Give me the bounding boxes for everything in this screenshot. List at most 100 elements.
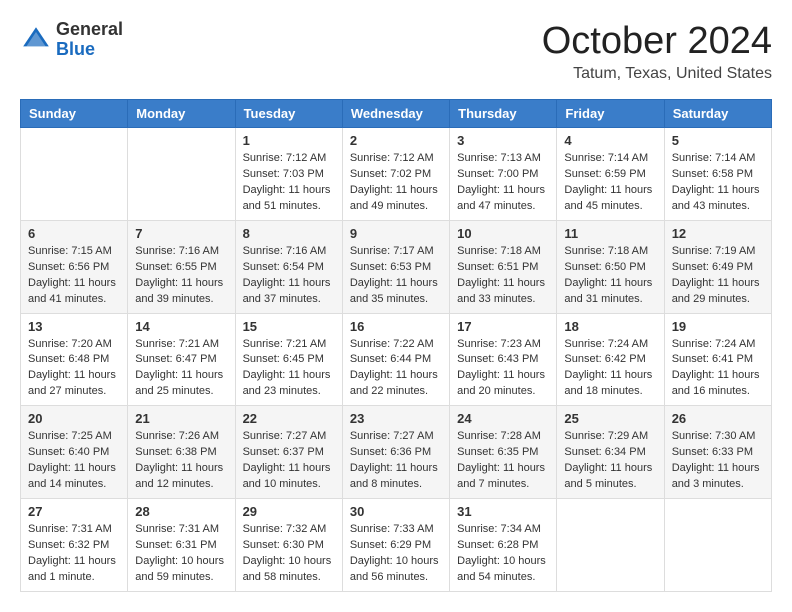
calendar-table: SundayMondayTuesdayWednesdayThursdayFrid… [20,99,772,592]
day-info: Sunrise: 7:16 AM Sunset: 6:54 PM Dayligh… [243,244,335,308]
calendar-cell: 1Sunrise: 7:12 AM Sunset: 7:03 PM Daylig… [235,128,342,221]
day-info: Sunrise: 7:15 AM Sunset: 6:56 PM Dayligh… [28,244,120,308]
calendar-cell: 8 Sunrise: 7:16 AM Sunset: 6:54 PM Daylig… [235,220,342,313]
calendar-cell: 26 Sunrise: 7:30 AM Sunset: 6:33 PM Dayli… [664,406,771,499]
day-info: Sunrise: 7:21 AM Sunset: 6:45 PM Dayligh… [243,337,335,401]
day-number: 26 [672,411,764,426]
calendar-cell: 21 Sunrise: 7:26 AM Sunset: 6:38 PM Dayli… [128,406,235,499]
calendar-cell: 28Sunrise: 7:31 AM Sunset: 6:31 PM Dayli… [128,499,235,592]
day-number: 23 [350,411,442,426]
day-number: 31 [457,504,549,519]
calendar-header-thursday: Thursday [450,100,557,128]
calendar-cell: 14Sunrise: 7:21 AM Sunset: 6:47 PM Dayli… [128,313,235,406]
day-info: Sunrise: 7:23 AM Sunset: 6:43 PM Dayligh… [457,337,549,401]
calendar-cell: 4 Sunrise: 7:14 AM Sunset: 6:59 PM Daylig… [557,128,664,221]
day-number: 18 [564,319,656,334]
day-number: 29 [243,504,335,519]
calendar-week-row: 13 Sunrise: 7:20 AM Sunset: 6:48 PM Dayli… [21,313,772,406]
calendar-cell: 22Sunrise: 7:27 AM Sunset: 6:37 PM Dayli… [235,406,342,499]
day-number: 11 [564,226,656,241]
calendar-cell [664,499,771,592]
calendar-header-wednesday: Wednesday [342,100,449,128]
calendar-cell: 19 Sunrise: 7:24 AM Sunset: 6:41 PM Dayli… [664,313,771,406]
calendar-header-friday: Friday [557,100,664,128]
day-info: Sunrise: 7:18 AM Sunset: 6:51 PM Dayligh… [457,244,549,308]
calendar-cell [128,128,235,221]
day-number: 24 [457,411,549,426]
day-info: Sunrise: 7:12 AM Sunset: 7:02 PM Dayligh… [350,151,442,215]
calendar-cell: 3 Sunrise: 7:13 AM Sunset: 7:00 PM Daylig… [450,128,557,221]
logo-text: General Blue [56,20,123,60]
day-info: Sunrise: 7:34 AM Sunset: 6:28 PM Dayligh… [457,522,549,586]
calendar-week-row: 1Sunrise: 7:12 AM Sunset: 7:03 PM Daylig… [21,128,772,221]
day-number: 16 [350,319,442,334]
day-info: Sunrise: 7:27 AM Sunset: 6:37 PM Dayligh… [243,429,335,493]
day-info: Sunrise: 7:31 AM Sunset: 6:31 PM Dayligh… [135,522,227,586]
day-number: 30 [350,504,442,519]
day-info: Sunrise: 7:24 AM Sunset: 6:41 PM Dayligh… [672,337,764,401]
day-number: 7 [135,226,227,241]
calendar-week-row: 6 Sunrise: 7:15 AM Sunset: 6:56 PM Daylig… [21,220,772,313]
day-info: Sunrise: 7:29 AM Sunset: 6:34 PM Dayligh… [564,429,656,493]
day-number: 21 [135,411,227,426]
day-info: Sunrise: 7:18 AM Sunset: 6:50 PM Dayligh… [564,244,656,308]
logo-blue: Blue [56,40,123,60]
day-number: 14 [135,319,227,334]
calendar-week-row: 20 Sunrise: 7:25 AM Sunset: 6:40 PM Dayli… [21,406,772,499]
calendar-cell [21,128,128,221]
day-info: Sunrise: 7:13 AM Sunset: 7:00 PM Dayligh… [457,151,549,215]
day-info: Sunrise: 7:17 AM Sunset: 6:53 PM Dayligh… [350,244,442,308]
calendar-cell: 16 Sunrise: 7:22 AM Sunset: 6:44 PM Dayli… [342,313,449,406]
calendar-cell: 30Sunrise: 7:33 AM Sunset: 6:29 PM Dayli… [342,499,449,592]
calendar-cell: 6 Sunrise: 7:15 AM Sunset: 6:56 PM Daylig… [21,220,128,313]
logo-icon [20,24,52,56]
calendar-week-row: 27Sunrise: 7:31 AM Sunset: 6:32 PM Dayli… [21,499,772,592]
day-info: Sunrise: 7:26 AM Sunset: 6:38 PM Dayligh… [135,429,227,493]
day-info: Sunrise: 7:31 AM Sunset: 6:32 PM Dayligh… [28,522,120,586]
day-number: 2 [350,133,442,148]
day-number: 13 [28,319,120,334]
calendar-header-row: SundayMondayTuesdayWednesdayThursdayFrid… [21,100,772,128]
day-info: Sunrise: 7:14 AM Sunset: 6:59 PM Dayligh… [564,151,656,215]
calendar-cell: 20 Sunrise: 7:25 AM Sunset: 6:40 PM Dayli… [21,406,128,499]
day-info: Sunrise: 7:27 AM Sunset: 6:36 PM Dayligh… [350,429,442,493]
logo-general: General [56,20,123,40]
day-info: Sunrise: 7:24 AM Sunset: 6:42 PM Dayligh… [564,337,656,401]
day-info: Sunrise: 7:12 AM Sunset: 7:03 PM Dayligh… [243,151,335,215]
calendar-cell: 5Sunrise: 7:14 AM Sunset: 6:58 PM Daylig… [664,128,771,221]
day-info: Sunrise: 7:28 AM Sunset: 6:35 PM Dayligh… [457,429,549,493]
day-info: Sunrise: 7:30 AM Sunset: 6:33 PM Dayligh… [672,429,764,493]
title-block: October 2024 Tatum, Texas, United States [542,20,772,83]
calendar-cell: 9 Sunrise: 7:17 AM Sunset: 6:53 PM Daylig… [342,220,449,313]
calendar-cell: 18 Sunrise: 7:24 AM Sunset: 6:42 PM Dayli… [557,313,664,406]
day-number: 10 [457,226,549,241]
month-title: October 2024 [542,20,772,63]
day-number: 9 [350,226,442,241]
calendar-header-saturday: Saturday [664,100,771,128]
calendar-cell: 10 Sunrise: 7:18 AM Sunset: 6:51 PM Dayli… [450,220,557,313]
day-info: Sunrise: 7:32 AM Sunset: 6:30 PM Dayligh… [243,522,335,586]
calendar-header-sunday: Sunday [21,100,128,128]
calendar-cell: 11 Sunrise: 7:18 AM Sunset: 6:50 PM Dayli… [557,220,664,313]
day-info: Sunrise: 7:20 AM Sunset: 6:48 PM Dayligh… [28,337,120,401]
day-number: 15 [243,319,335,334]
day-number: 20 [28,411,120,426]
day-info: Sunrise: 7:25 AM Sunset: 6:40 PM Dayligh… [28,429,120,493]
day-number: 3 [457,133,549,148]
day-number: 8 [243,226,335,241]
location: Tatum, Texas, United States [542,65,772,83]
calendar-header-tuesday: Tuesday [235,100,342,128]
day-number: 6 [28,226,120,241]
calendar-cell: 29 Sunrise: 7:32 AM Sunset: 6:30 PM Dayli… [235,499,342,592]
calendar-cell [557,499,664,592]
day-number: 12 [672,226,764,241]
day-info: Sunrise: 7:22 AM Sunset: 6:44 PM Dayligh… [350,337,442,401]
calendar-cell: 13 Sunrise: 7:20 AM Sunset: 6:48 PM Dayli… [21,313,128,406]
calendar-cell: 17Sunrise: 7:23 AM Sunset: 6:43 PM Dayli… [450,313,557,406]
calendar-cell: 27Sunrise: 7:31 AM Sunset: 6:32 PM Dayli… [21,499,128,592]
day-number: 4 [564,133,656,148]
day-info: Sunrise: 7:16 AM Sunset: 6:55 PM Dayligh… [135,244,227,308]
calendar-cell: 7 Sunrise: 7:16 AM Sunset: 6:55 PM Daylig… [128,220,235,313]
day-number: 19 [672,319,764,334]
calendar-cell: 2 Sunrise: 7:12 AM Sunset: 7:02 PM Daylig… [342,128,449,221]
